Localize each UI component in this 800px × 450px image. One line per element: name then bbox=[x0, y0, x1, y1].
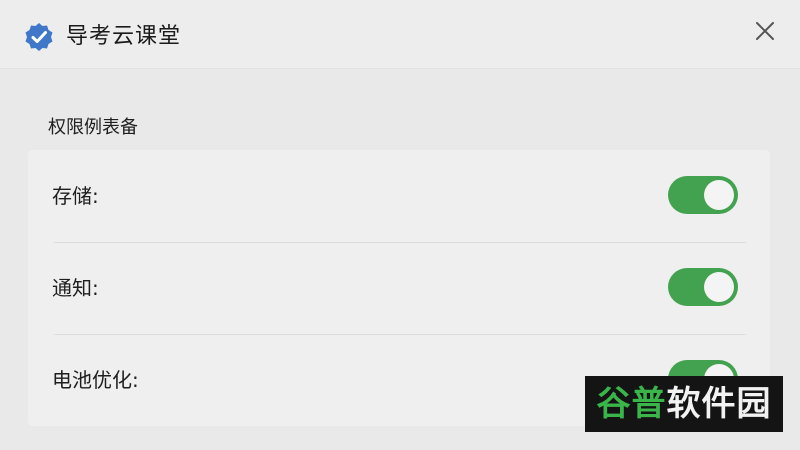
permission-row-notification: 通知: bbox=[28, 242, 770, 334]
close-icon[interactable] bbox=[750, 16, 780, 46]
permission-row-storage: 存储: bbox=[28, 150, 770, 242]
storage-toggle[interactable] bbox=[668, 176, 738, 214]
notification-toggle[interactable] bbox=[668, 268, 738, 306]
watermark-text-green: 谷普 bbox=[596, 384, 667, 424]
watermark-logo: 谷普 软件园 bbox=[585, 376, 783, 432]
section-title: 权限例表备 bbox=[48, 117, 138, 138]
toggle-knob bbox=[704, 272, 734, 302]
watermark-text-white: 软件园 bbox=[666, 384, 772, 424]
toggle-knob bbox=[704, 180, 734, 210]
storage-label: 存储: bbox=[52, 184, 99, 208]
notification-label: 通知: bbox=[52, 276, 99, 300]
battery-optimization-label: 电池优化: bbox=[52, 368, 139, 392]
app-title: 导考云课堂 bbox=[66, 24, 182, 49]
title-bar: 导考云课堂 bbox=[0, 0, 800, 69]
shield-check-icon bbox=[25, 23, 53, 51]
